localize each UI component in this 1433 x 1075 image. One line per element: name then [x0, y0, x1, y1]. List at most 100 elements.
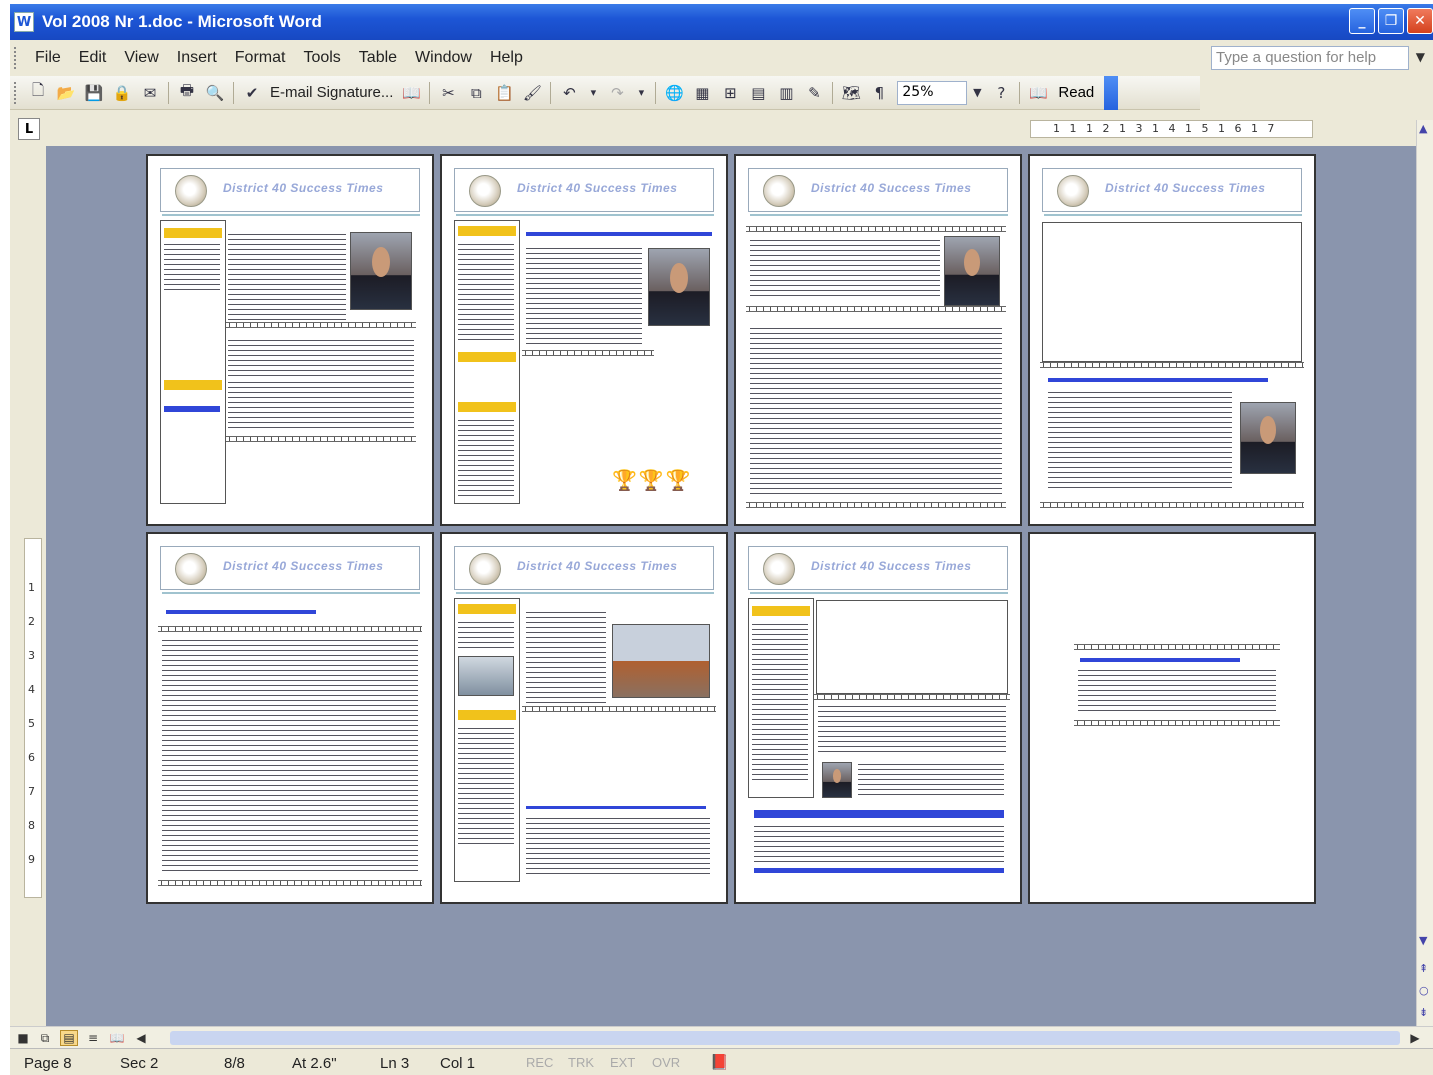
insert-excel-icon[interactable]: ▤ — [746, 81, 770, 105]
format-painter-icon[interactable]: 🖌 — [520, 81, 544, 105]
toolbar-grip[interactable] — [14, 81, 20, 104]
frame-handle[interactable] — [158, 880, 422, 886]
frame-handle[interactable] — [1074, 644, 1280, 650]
frame-handle[interactable] — [1074, 720, 1280, 726]
menu-tools[interactable]: Tools — [294, 49, 349, 67]
menu-edit[interactable]: Edit — [70, 49, 116, 67]
billboard-photo[interactable] — [612, 624, 710, 698]
frame-handle[interactable] — [226, 322, 416, 328]
print-layout-view-icon[interactable]: ▤ — [60, 1030, 78, 1046]
page-2[interactable]: District 40 Success Times 🏆🏆🏆 — [440, 154, 728, 526]
empty-frame[interactable] — [1042, 222, 1302, 362]
menu-grip[interactable] — [14, 47, 20, 69]
undo-icon[interactable]: ↶ — [557, 81, 581, 105]
save-icon[interactable]: 💾 — [82, 81, 106, 105]
photo[interactable] — [648, 248, 710, 326]
photo[interactable] — [822, 762, 852, 798]
photo[interactable] — [1240, 402, 1296, 474]
horizontal-ruler[interactable]: 1 1 1 2 1 3 1 4 1 5 1 6 1 7 — [1030, 120, 1313, 138]
empty-frame[interactable] — [816, 600, 1008, 694]
research-icon[interactable]: 📖 — [399, 81, 423, 105]
frame-handle[interactable] — [746, 306, 1006, 312]
status-record-macro[interactable]: REC — [526, 1055, 553, 1070]
reading-layout-view-icon[interactable]: 📖 — [108, 1030, 126, 1046]
help-question-input[interactable]: Type a question for help — [1211, 46, 1409, 70]
email-signature-button[interactable]: E-mail Signature... — [266, 84, 397, 101]
next-page-icon[interactable]: ⇟ — [1419, 1006, 1428, 1019]
menu-window[interactable]: Window — [406, 49, 481, 67]
drawing-icon[interactable]: ✎ — [802, 81, 826, 105]
frame-handle[interactable] — [746, 226, 1006, 232]
document-workspace[interactable]: District 40 Success Times District 40 Su… — [46, 146, 1416, 1026]
horizontal-scrollbar[interactable]: ■ ⧉ ▤ ≡ 📖 ◀ ▶ — [10, 1026, 1433, 1048]
status-track-changes[interactable]: TRK — [568, 1055, 594, 1070]
frame-handle[interactable] — [226, 436, 416, 442]
toolbar-options-button[interactable] — [1104, 75, 1119, 110]
frame-handle[interactable] — [1040, 362, 1304, 368]
vertical-scrollbar[interactable]: ▲ ▼ ⇞ ○ ⇟ — [1416, 120, 1433, 1026]
frame-handle[interactable] — [746, 502, 1006, 508]
read-icon[interactable]: 📖 — [1026, 81, 1050, 105]
scroll-down-icon[interactable]: ▼ — [1419, 934, 1427, 947]
read-button[interactable]: Read — [1052, 84, 1100, 101]
insert-table-icon[interactable]: ⊞ — [718, 81, 742, 105]
page-4[interactable]: District 40 Success Times — [1028, 154, 1316, 526]
menu-help[interactable]: Help — [481, 49, 532, 67]
spelling-icon[interactable]: ✔ — [240, 81, 264, 105]
scroll-up-icon[interactable]: ▲ — [1419, 122, 1427, 135]
hyperlink-icon[interactable]: 🌐 — [662, 81, 686, 105]
frame-handle[interactable] — [1040, 502, 1304, 508]
redo-dropdown-icon[interactable]: ▾ — [633, 81, 649, 105]
columns-icon[interactable]: ▥ — [774, 81, 798, 105]
menu-view[interactable]: View — [115, 49, 167, 67]
page-7[interactable]: District 40 Success Times — [734, 532, 1022, 904]
status-overtype[interactable]: OVR — [652, 1055, 680, 1070]
document-map-icon[interactable]: 🗺 — [839, 81, 863, 105]
outline-view-icon[interactable]: ≡ — [84, 1030, 102, 1046]
help-dropdown-icon[interactable]: ▼ — [1416, 50, 1425, 64]
zoom-dropdown-icon[interactable]: ▼ — [969, 81, 985, 105]
menu-file[interactable]: File — [26, 49, 70, 67]
undo-dropdown-icon[interactable]: ▾ — [585, 81, 601, 105]
spelling-status-icon[interactable]: 📕 — [710, 1053, 729, 1071]
frame-handle[interactable] — [522, 706, 716, 712]
menu-insert[interactable]: Insert — [168, 49, 226, 67]
page-3[interactable]: District 40 Success Times — [734, 154, 1022, 526]
print-icon[interactable]: 🖶 — [175, 81, 199, 105]
browse-object-icon[interactable]: ○ — [1419, 984, 1429, 997]
menu-table[interactable]: Table — [350, 49, 406, 67]
photo[interactable] — [350, 232, 412, 310]
previous-page-icon[interactable]: ⇞ — [1419, 962, 1428, 975]
redo-icon[interactable]: ↷ — [605, 81, 629, 105]
frame-handle[interactable] — [522, 350, 654, 356]
zoom-input[interactable]: 25% — [897, 80, 968, 105]
cut-icon[interactable]: ✂ — [436, 81, 460, 105]
menu-format[interactable]: Format — [226, 49, 295, 67]
tab-selector-button[interactable]: L — [18, 118, 40, 140]
horizontal-scroll-thumb[interactable] — [170, 1031, 1400, 1045]
open-icon[interactable]: 📂 — [54, 81, 78, 105]
photo[interactable] — [944, 236, 1000, 306]
copy-icon[interactable]: ⧉ — [464, 81, 488, 105]
frame-handle[interactable] — [158, 626, 422, 632]
help-icon[interactable]: ? — [989, 81, 1013, 105]
page-5[interactable]: District 40 Success Times — [146, 532, 434, 904]
email-icon[interactable]: ✉ — [138, 81, 162, 105]
word-document-icon[interactable]: W — [14, 12, 34, 32]
tables-borders-icon[interactable]: ▦ — [690, 81, 714, 105]
scroll-left-icon[interactable]: ◀ — [132, 1030, 150, 1046]
show-hide-icon[interactable]: ¶ — [867, 81, 891, 105]
status-extend-selection[interactable]: EXT — [610, 1055, 635, 1070]
page-6[interactable]: District 40 Success Times — [440, 532, 728, 904]
vertical-ruler-track[interactable]: 1 2 3 4 5 6 7 8 9 — [24, 538, 42, 898]
restore-button[interactable]: ❐ — [1378, 8, 1404, 34]
normal-view-icon[interactable]: ■ — [14, 1030, 32, 1046]
paste-icon[interactable]: 📋 — [492, 81, 516, 105]
print-preview-icon[interactable]: 🔍 — [203, 81, 227, 105]
thumbnail-image[interactable] — [458, 656, 514, 696]
page-1[interactable]: District 40 Success Times — [146, 154, 434, 526]
new-icon[interactable]: 🗋 — [26, 81, 50, 105]
close-button[interactable]: ✕ — [1407, 8, 1433, 34]
frame-handle[interactable] — [814, 694, 1010, 700]
minimize-button[interactable]: _ — [1349, 8, 1375, 34]
